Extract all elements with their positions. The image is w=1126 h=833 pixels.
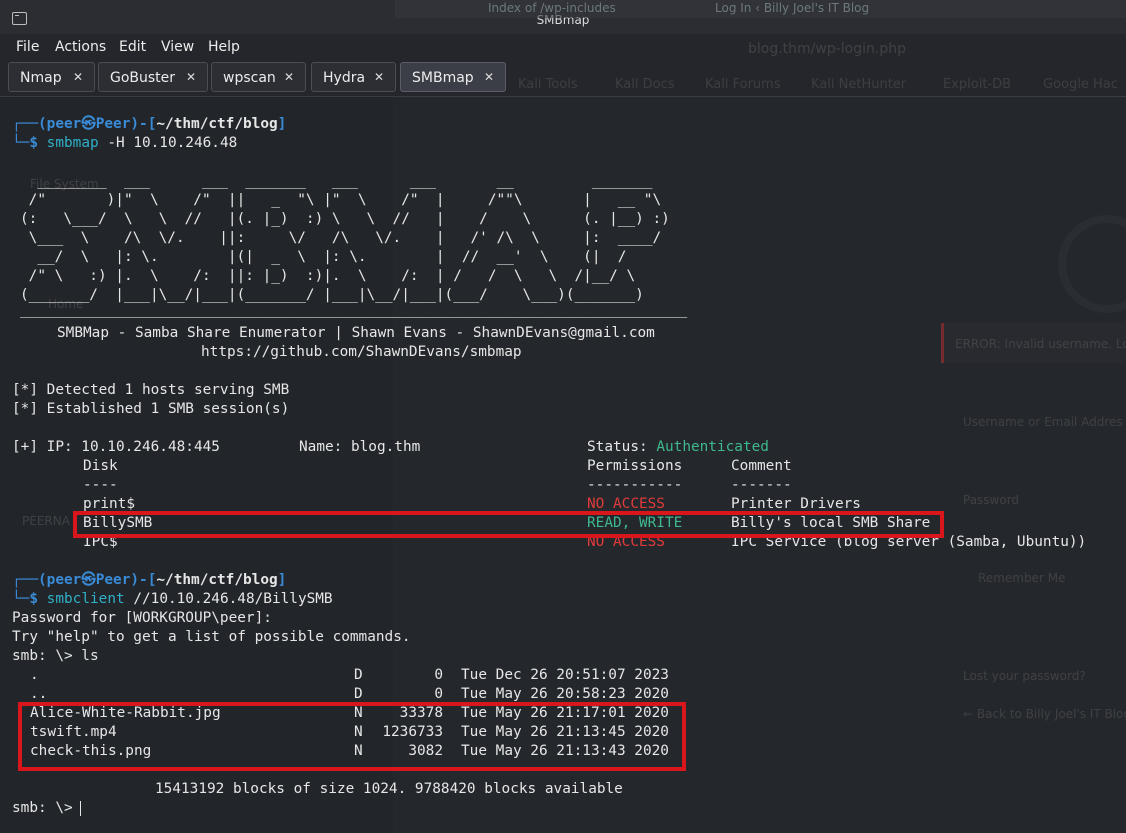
status-line: Status: Authenticated: [587, 439, 769, 455]
bg-username-label: Username or Email Addres: [963, 415, 1123, 429]
help-line: Try "help" to get a list of possible com…: [12, 629, 411, 645]
bg-back-link: ← Back to Billy Joel's IT Blog: [963, 707, 1126, 721]
prompt-line: ┌──(peer㉿Peer)-[~/thm/ctf/blog]: [12, 572, 287, 588]
close-icon[interactable]: ✕: [73, 70, 83, 84]
menu-bar: File Actions Edit View Help: [0, 34, 1126, 60]
tab-label: wpscan: [223, 70, 276, 86]
bg-password-label: Password: [963, 493, 1020, 507]
col-perms-header: Permissions: [587, 458, 683, 474]
menu-help[interactable]: Help: [208, 39, 240, 55]
bg-bookmark: Google Hac: [1043, 77, 1118, 92]
bg-url: blog.thm/wp-login.php: [748, 41, 906, 57]
bg-tab-2: Log In ‹ Billy Joel's IT Blog: [715, 1, 870, 15]
prompt-line: ┌──(peer㉿Peer)-[~/thm/ctf/blog]: [12, 116, 287, 132]
bg-tab-1: Index of /wp-includes: [488, 1, 616, 15]
file-name: .: [30, 667, 39, 683]
bg-error-text: ERROR: Invalid username. Lo: [955, 337, 1126, 351]
file-size: 0: [434, 667, 443, 683]
ascii-banner-line: \___ \ /\ \/. ||: \/ /\ \/. | /' /\ \ |:…: [20, 230, 662, 246]
tab-label: Hydra: [323, 70, 366, 86]
banner-url: https://github.com/ShawnDEvans/smbmap: [201, 344, 522, 360]
session-line: [*] Established 1 SMB session(s): [12, 401, 290, 417]
close-icon[interactable]: ✕: [186, 70, 196, 84]
close-icon[interactable]: ✕: [284, 70, 294, 84]
text-cursor: [79, 800, 81, 816]
tab-nmap[interactable]: Nmap ✕: [8, 62, 95, 92]
ascii-banner-line: /" \ :) |. \ /: ||: |_) :)|. \ /: | / / …: [20, 268, 636, 284]
ascii-banner-line: /" )|" \ /" || _ "\ |" \ /" | /""\ | __ …: [20, 192, 662, 208]
tab-wpscan[interactable]: wpscan ✕: [211, 62, 306, 92]
tab-label: SMBmap: [412, 70, 474, 86]
banner-separator: ________________________________________…: [20, 302, 688, 318]
smb-prompt[interactable]: smb: \>: [12, 799, 81, 818]
bg-bookmark: Kali NetHunter: [811, 77, 907, 92]
tab-hydra[interactable]: Hydra ✕: [311, 62, 396, 92]
bg-bookmark: Kali Forums: [705, 77, 781, 92]
tab-label: GoBuster: [110, 70, 176, 86]
smb-ls-command: smb: \> ls: [12, 648, 99, 664]
detect-line: [*] Detected 1 hosts serving SMB: [12, 382, 290, 398]
menu-file[interactable]: File: [16, 39, 39, 55]
highlight-box-files: [18, 702, 686, 771]
menu-actions[interactable]: Actions: [55, 39, 106, 55]
bg-remember-label: Remember Me: [978, 571, 1066, 585]
banner-subtitle: SMBMap - Samba Share Enumerator | Shawn …: [57, 325, 655, 341]
file-date: Tue Dec 26 20:51:07 2023: [461, 667, 669, 683]
tab-label: Nmap: [20, 70, 62, 86]
col-disk-underline: ----: [83, 477, 118, 493]
bg-bookmark: Kali Docs: [615, 77, 675, 92]
status-badge: Authenticated: [656, 439, 769, 455]
command-line: └─$ smbclient //10.10.246.48/BillySMB: [12, 591, 333, 607]
background-browser-tabs: Index of /wp-includes Log In ‹ Billy Joe…: [395, 0, 1126, 18]
tab-gobuster[interactable]: GoBuster ✕: [98, 62, 208, 92]
password-prompt: Password for [WORKGROUP\peer]:: [12, 610, 272, 626]
file-type: D: [354, 667, 363, 683]
wordpress-logo-icon: [1058, 215, 1126, 313]
tab-smbmap[interactable]: SMBmap ✕: [400, 62, 506, 92]
host-name: Name: blog.thm: [299, 439, 421, 455]
ascii-banner-line: (: \___/ \ \ // |(. |_) :) \ \ // | / \ …: [20, 211, 670, 227]
ascii-banner-line: __/ \ |: \. |(| _ \ |: \. | // __' \ (| …: [20, 249, 627, 265]
col-disk-header: Disk: [83, 458, 118, 474]
menu-view[interactable]: View: [161, 39, 194, 55]
bg-bookmark: Kali Tools: [518, 77, 578, 92]
close-icon[interactable]: ✕: [374, 70, 384, 84]
highlight-box-billysmb: [73, 511, 944, 538]
menu-edit[interactable]: Edit: [119, 39, 146, 55]
bg-bookmark: Exploit-DB: [943, 77, 1012, 92]
ip-line: [+] IP: 10.10.246.48:445: [12, 439, 220, 455]
col-perms-underline: -----------: [587, 477, 683, 493]
blocks-line: 15413192 blocks of size 1024. 9788420 bl…: [155, 781, 623, 797]
col-comment-header: Comment: [731, 458, 792, 474]
command-line: └─$ smbmap -H 10.10.246.48: [12, 135, 238, 151]
bg-lost-password: Lost your password?: [963, 669, 1086, 683]
ascii-banner-line: ________ ___ ___ _______ ___ ___ __ ____…: [20, 173, 653, 189]
col-comment-underline: -------: [731, 477, 792, 493]
close-icon[interactable]: ✕: [484, 70, 494, 84]
